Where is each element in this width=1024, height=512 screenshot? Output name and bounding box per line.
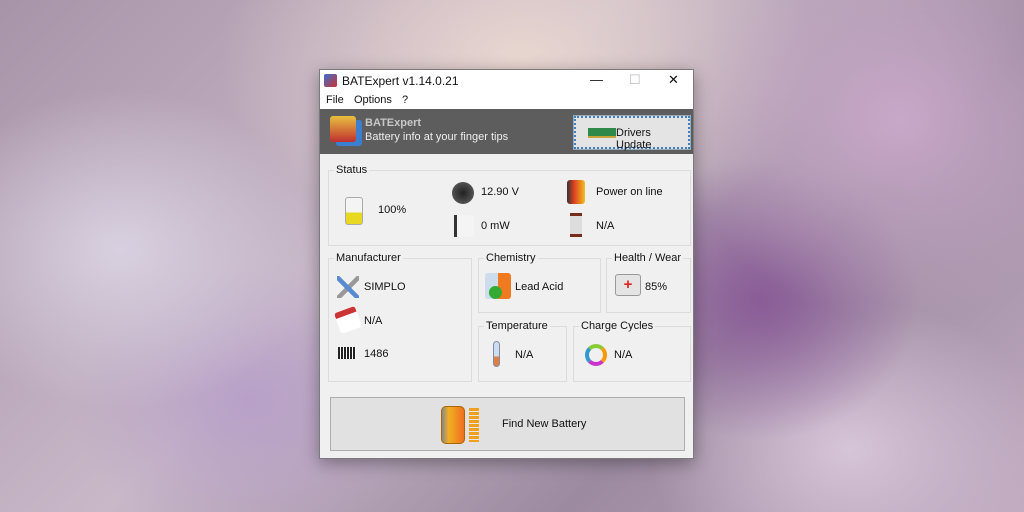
app-tagline: Battery info at your finger tips — [365, 131, 509, 143]
chemistry-label: Chemistry — [484, 252, 538, 264]
serial-number: 1486 — [364, 348, 389, 360]
first-aid-kit-icon: + — [615, 274, 641, 296]
minimize-button[interactable]: — — [590, 72, 603, 87]
charge-cycles-value: N/A — [614, 349, 633, 361]
cycle-icon — [585, 344, 607, 366]
rate-value: 0 mW — [481, 220, 510, 232]
menu-file[interactable]: File — [326, 94, 344, 106]
power-battery-icon — [567, 180, 585, 204]
status-label: Status — [334, 164, 370, 176]
beakers-icon — [485, 273, 511, 299]
menu-options[interactable]: Options — [354, 94, 392, 106]
health-label: Health / Wear — [612, 252, 684, 264]
circuit-board-icon — [588, 128, 616, 138]
batexpert-window: BATExpert v1.14.0.21 — ☐ ✕ File Options … — [319, 69, 694, 459]
chemistry-value: Lead Acid — [515, 281, 564, 293]
charge-cycles-group: Charge Cycles N/A — [573, 320, 691, 382]
window-title: BATExpert v1.14.0.21 — [342, 74, 459, 88]
tools-icon — [337, 276, 359, 298]
menu-help[interactable]: ? — [402, 94, 408, 106]
close-button[interactable]: ✕ — [668, 72, 679, 88]
status-group: Status 100% 12.90 V 0 mW Power on line N… — [328, 164, 691, 246]
health-value: 85% — [645, 281, 668, 293]
manufacturer-label: Manufacturer — [334, 252, 403, 264]
voltage-value: 12.90 V — [481, 186, 519, 198]
manufacturer-name: SIMPLO — [364, 281, 406, 293]
health-group: Health / Wear + 85% — [606, 252, 691, 313]
manufacture-date: N/A — [364, 315, 383, 327]
battery-level-bars-icon — [469, 408, 479, 442]
power-status: Power on line — [596, 186, 663, 198]
title-bar: BATExpert v1.14.0.21 — ☐ ✕ — [320, 70, 693, 91]
battery-icon — [345, 197, 363, 225]
drivers-update-button[interactable]: Drivers Update — [573, 115, 691, 151]
find-new-battery-label: Find New Battery — [502, 418, 587, 430]
menu-bar: File Options ? — [320, 91, 693, 109]
hourglass-icon — [570, 213, 582, 237]
app-name: BATExpert — [365, 117, 422, 129]
laptop-battery-icon — [330, 116, 356, 142]
gauge-icon — [452, 182, 474, 204]
manufacturer-group: Manufacturer SIMPLO N/A 1486 — [328, 252, 472, 382]
calendar-icon — [333, 305, 363, 335]
maximize-button[interactable]: ☐ — [629, 72, 641, 88]
chemistry-group: Chemistry Lead Acid — [478, 252, 601, 313]
app-icon — [324, 74, 337, 87]
drivers-update-label: Drivers Update — [616, 127, 652, 151]
battery-charge-icon — [441, 406, 465, 444]
charge-value: 100% — [378, 204, 407, 216]
app-header: BATExpert Battery info at your finger ti… — [320, 109, 693, 154]
barcode-icon — [338, 347, 356, 359]
charge-cycles-label: Charge Cycles — [579, 320, 656, 332]
flag-icon — [454, 215, 474, 237]
find-new-battery-button[interactable]: Find New Battery — [330, 397, 685, 451]
temperature-group: Temperature N/A — [478, 320, 567, 382]
thermometer-icon — [493, 341, 500, 367]
temperature-label: Temperature — [484, 320, 550, 332]
time-remaining: N/A — [596, 220, 615, 232]
temperature-value: N/A — [515, 349, 534, 361]
